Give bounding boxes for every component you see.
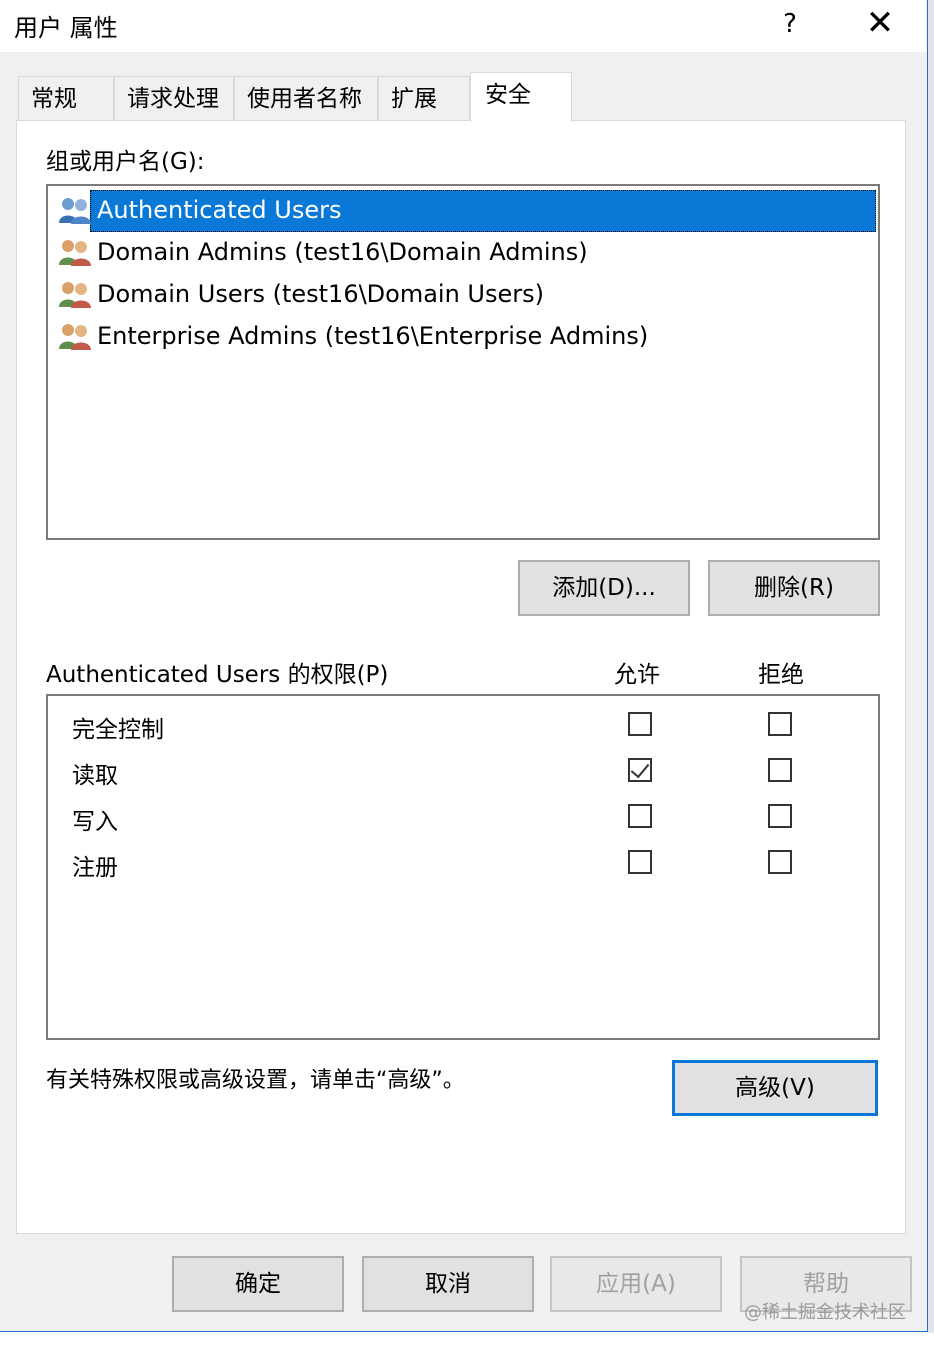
user-group-icon — [59, 282, 91, 308]
permission-name: 写入 — [72, 809, 118, 835]
permission-row: 完全控制 — [48, 704, 878, 750]
permissions-list: 完全控制 读取 写入 注册 — [46, 694, 880, 1040]
deny-checkbox[interactable] — [768, 804, 792, 828]
deny-checkbox[interactable] — [768, 850, 792, 874]
tab-request-handling[interactable]: 请求处理 — [114, 76, 234, 120]
permissions-label: Authenticated Users 的权限(P) — [46, 662, 389, 688]
tab-extensions[interactable]: 扩展 — [378, 76, 470, 120]
deny-header: 拒绝 — [758, 662, 804, 688]
watermark: @稀土掘金技术社区 — [744, 1302, 906, 1323]
permission-row: 读取 — [48, 750, 878, 796]
user-group-icon — [59, 240, 91, 266]
user-group-icon — [59, 198, 91, 224]
permission-name: 完全控制 — [72, 717, 164, 743]
advanced-hint: 有关特殊权限或高级设置，请单击“高级”。 — [46, 1068, 465, 1093]
list-item[interactable]: Enterprise Admins (test16\Enterprise Adm… — [58, 316, 651, 356]
ok-button[interactable]: 确定 — [172, 1256, 344, 1312]
list-item[interactable]: Domain Admins (test16\Domain Admins) — [58, 232, 591, 272]
allow-checkbox[interactable] — [628, 712, 652, 736]
close-icon[interactable]: ✕ — [858, 4, 902, 44]
tab-general[interactable]: 常规 — [18, 76, 114, 120]
dialog-title: 用户 属性 — [14, 14, 118, 42]
user-group-icon — [59, 324, 91, 350]
properties-dialog: 用户 属性 ? ✕ 常规 请求处理 使用者名称 扩展 安全 组或用户名(G): … — [0, 0, 928, 1332]
allow-header: 允许 — [614, 662, 660, 688]
deny-checkbox[interactable] — [768, 758, 792, 782]
allow-checkbox[interactable] — [628, 850, 652, 874]
title-bar: 用户 属性 ? ✕ — [0, 0, 926, 52]
allow-checkbox[interactable] — [628, 758, 652, 782]
remove-button[interactable]: 删除(R) — [708, 560, 880, 616]
cancel-button[interactable]: 取消 — [362, 1256, 534, 1312]
users-listbox[interactable]: Authenticated Users Domain Admins (test1… — [46, 184, 880, 540]
window-edge — [928, 0, 934, 1350]
list-item[interactable]: Domain Users (test16\Domain Users) — [58, 274, 547, 314]
list-item[interactable]: Authenticated Users — [58, 190, 345, 230]
advanced-button[interactable]: 高级(V) — [672, 1060, 878, 1116]
permission-name: 注册 — [72, 855, 118, 881]
groups-label: 组或用户名(G): — [46, 149, 205, 175]
window-edge-bottom — [0, 1333, 934, 1350]
add-button[interactable]: 添加(D)... — [518, 560, 690, 616]
help-icon[interactable]: ? — [770, 4, 810, 44]
tab-security[interactable]: 安全 — [470, 72, 572, 122]
deny-checkbox[interactable] — [768, 712, 792, 736]
permission-row: 注册 — [48, 842, 878, 888]
tab-subject-name[interactable]: 使用者名称 — [234, 76, 378, 120]
permission-name: 读取 — [72, 763, 118, 789]
apply-button[interactable]: 应用(A) — [550, 1256, 722, 1312]
allow-checkbox[interactable] — [628, 804, 652, 828]
permission-row: 写入 — [48, 796, 878, 842]
